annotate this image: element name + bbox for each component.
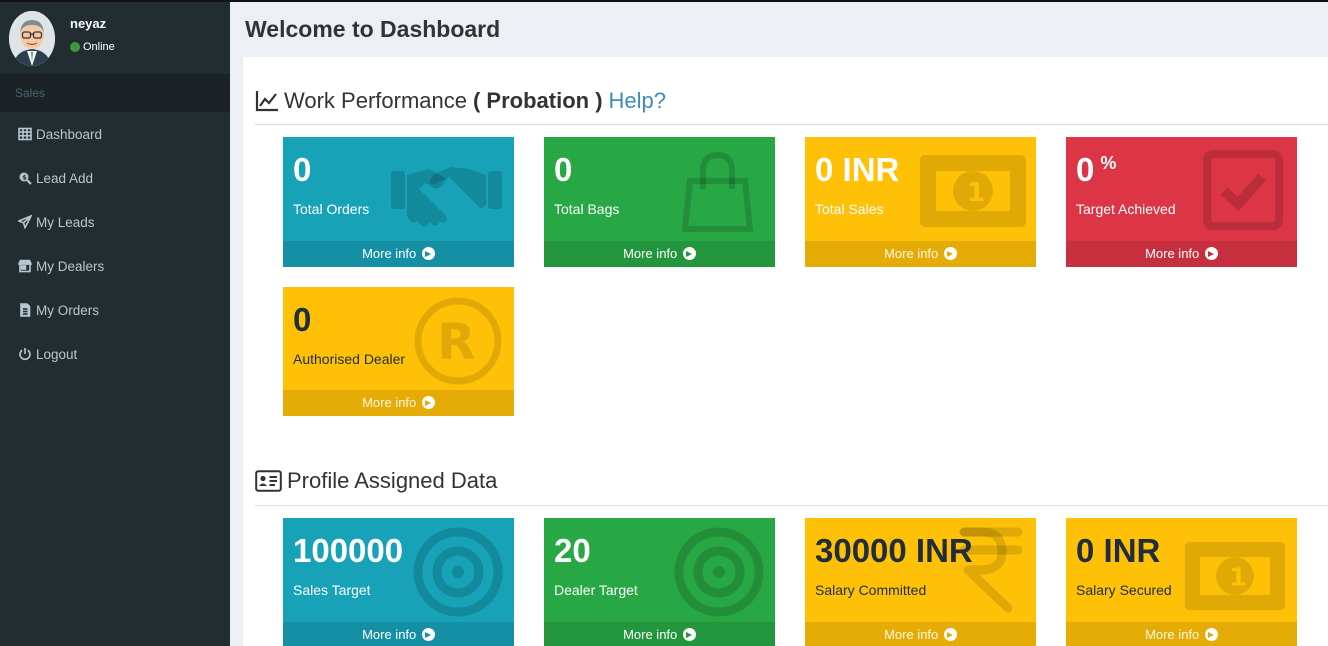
card-label: Dealer Target — [554, 582, 638, 598]
card-value: 0 — [554, 151, 573, 188]
sidebar-item-lead-add[interactable]: $ Lead Add — [0, 156, 230, 200]
file-icon — [20, 303, 31, 317]
paper-plane-icon — [18, 215, 32, 229]
card-value: 30000 INR — [815, 532, 973, 569]
card-label: Sales Target — [293, 582, 371, 598]
card-value: 0 — [293, 151, 312, 188]
line-chart-icon — [255, 91, 278, 112]
profile-data-title: Profile Assigned Data — [287, 468, 498, 493]
page-title: Welcome to Dashboard — [245, 16, 501, 42]
employment-status: ( Probation ) — [472, 88, 603, 113]
avatar — [9, 11, 55, 66]
card-label: Total Bags — [554, 201, 620, 217]
svg-text:1: 1 — [1229, 562, 1246, 591]
check-square-icon — [1203, 150, 1283, 230]
card-label: Salary Secured — [1076, 582, 1172, 598]
work-performance-title: Work Performance — [284, 88, 467, 113]
more-info-link[interactable]: More info — [805, 622, 1036, 646]
arrow-circle-right-icon — [943, 628, 957, 641]
more-info-link[interactable]: More info — [1066, 241, 1297, 267]
user-status: Online — [70, 41, 115, 53]
card-value: 0 — [293, 301, 312, 338]
card-label: Authorised Dealer — [293, 351, 406, 367]
handshake-icon — [391, 167, 502, 227]
arrow-circle-right-icon — [421, 396, 435, 409]
bullseye-icon — [413, 527, 503, 617]
sidebar-item-label: My Dealers — [36, 258, 105, 274]
arrow-circle-right-icon — [682, 247, 696, 260]
work-performance-header: Work Performance ( Probation ) Help? — [255, 88, 666, 114]
authorised-dealer-card: 0 Authorised Dealer R More info — [283, 287, 514, 416]
sidebar-item-label: My Leads — [36, 214, 95, 230]
sidebar-item-logout[interactable]: Logout — [0, 332, 230, 376]
more-info-link[interactable]: More info — [805, 241, 1036, 267]
dealer-target-card: 20 Dealer Target More info — [544, 518, 775, 646]
arrow-circle-right-icon — [682, 628, 696, 641]
sales-target-card: 100000 Sales Target More info — [283, 518, 514, 646]
sidebar-item-label: Logout — [36, 346, 78, 362]
sidebar-section-header: Sales — [0, 74, 230, 112]
sidebar-item-dashboard[interactable]: Dashboard — [0, 112, 230, 156]
search-dollar-icon: $ — [19, 172, 32, 185]
online-dot-icon — [70, 42, 80, 52]
svg-text:$: $ — [22, 173, 27, 181]
sidebar-menu: Dashboard $ Lead Add My Leads My Dealers… — [0, 112, 230, 376]
user-status-text: Online — [83, 41, 115, 53]
more-info-link[interactable]: More info — [283, 241, 514, 267]
bullseye-icon — [674, 527, 764, 617]
arrow-circle-right-icon — [943, 247, 957, 260]
more-info-link[interactable]: More info — [283, 622, 514, 646]
help-link[interactable]: Help? — [609, 88, 666, 114]
money-bill-icon: 1 — [920, 155, 1026, 227]
main-content: Welcome to Dashboard Work Performance ( … — [230, 2, 1328, 646]
salary-secured-card: 0 INR Salary Secured 1 More info — [1066, 518, 1297, 646]
target-achieved-card: 0% Target Achieved More info — [1066, 137, 1297, 267]
sidebar: neyaz Online Sales Dashboard $ Lead Add … — [0, 2, 230, 646]
store-icon — [18, 259, 32, 273]
more-info-link[interactable]: More info — [283, 390, 514, 416]
total-orders-card: 0 Total Orders More info — [283, 137, 514, 267]
arrow-circle-right-icon — [421, 247, 435, 260]
id-card-icon — [255, 470, 282, 492]
total-sales-card: 0 INR Total Sales 1 More info — [805, 137, 1036, 267]
more-info-link[interactable]: More info — [544, 241, 775, 267]
sidebar-item-my-orders[interactable]: My Orders — [0, 288, 230, 332]
content-box: Work Performance ( Probation ) Help? 0 T… — [243, 57, 1328, 646]
total-bags-card: 0 Total Bags More info — [544, 137, 775, 267]
card-value: 100000 — [293, 532, 404, 569]
salary-committed-card: 30000 INR Salary Committed More info — [805, 518, 1036, 646]
card-unit: % — [1100, 153, 1117, 173]
money-bill-icon: 1 — [1184, 541, 1286, 611]
card-label: Total Orders — [293, 201, 370, 217]
user-panel: neyaz Online — [0, 2, 230, 74]
registered-icon: R — [414, 297, 502, 385]
sidebar-item-my-leads[interactable]: My Leads — [0, 200, 230, 244]
arrow-circle-right-icon — [1204, 628, 1218, 641]
sidebar-item-label: Lead Add — [36, 170, 94, 186]
sidebar-item-label: My Orders — [36, 302, 100, 318]
card-value: 20 — [554, 532, 591, 569]
profile-data-header: Profile Assigned Data — [255, 468, 497, 494]
sidebar-item-label: Dashboard — [36, 126, 103, 142]
user-name: neyaz — [70, 16, 107, 31]
card-value: 0 INR — [1076, 532, 1161, 569]
power-icon — [19, 348, 31, 361]
table-icon — [18, 127, 32, 141]
more-info-link[interactable]: More info — [544, 622, 775, 646]
sidebar-item-my-dealers[interactable]: My Dealers — [0, 244, 230, 288]
svg-text:R: R — [437, 313, 476, 371]
arrow-circle-right-icon — [421, 628, 435, 641]
more-info-link[interactable]: More info — [1066, 622, 1297, 646]
card-label: Salary Committed — [815, 582, 927, 598]
arrow-circle-right-icon — [1204, 247, 1218, 260]
card-label: Total Sales — [815, 201, 884, 217]
card-value: 0 INR — [815, 151, 900, 188]
svg-text:1: 1 — [967, 178, 985, 208]
divider — [255, 505, 1328, 506]
card-label: Target Achieved — [1076, 201, 1176, 217]
shopping-bag-icon — [681, 151, 754, 232]
divider — [255, 124, 1328, 125]
card-value: 0% — [1076, 151, 1117, 188]
